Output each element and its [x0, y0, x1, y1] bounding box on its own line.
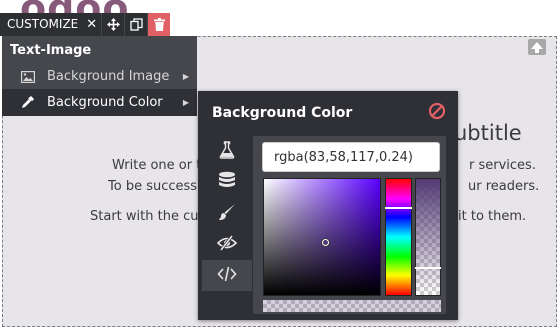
- menu-item-label: Background Color: [47, 95, 163, 110]
- customize-menu: Text-Image Background Image ▶ Background…: [2, 36, 197, 116]
- clone-icon[interactable]: [124, 13, 148, 36]
- color-preview: [263, 300, 441, 312]
- snippet-line-3-end: it to them.: [458, 209, 527, 224]
- code-icon: [217, 266, 237, 286]
- hue-slider[interactable]: [385, 178, 412, 296]
- move-icon[interactable]: [101, 13, 125, 36]
- eyedropper-icon: [21, 96, 35, 110]
- color-preview-fill: [263, 300, 441, 312]
- customize-toolbar: CUSTOMIZE ✕: [0, 13, 171, 36]
- snippet-line-2-start: To be success: [108, 179, 198, 194]
- opacity-slider-handle[interactable]: [415, 267, 441, 269]
- customize-label: CUSTOMIZE: [7, 17, 79, 31]
- snippet-line-1-start: Write one or t: [112, 158, 202, 173]
- opacity-gradient: [416, 179, 440, 295]
- caret-right-icon: ▶: [182, 98, 189, 107]
- snippet-line-2-end: ur readers.: [468, 179, 540, 194]
- menu-item-background-image[interactable]: Background Image ▶: [2, 63, 197, 90]
- database-icon: [218, 171, 236, 195]
- opacity-slider[interactable]: [415, 178, 441, 296]
- snippet-subtitle: ubtitle: [454, 121, 522, 145]
- eye-slash-icon: [216, 234, 238, 255]
- menu-item-background-color[interactable]: Background Color ▶: [2, 89, 197, 116]
- color-panel: Background Color: [198, 91, 458, 320]
- delete-icon[interactable]: [147, 13, 171, 36]
- tab-saved-colors[interactable]: [202, 167, 252, 198]
- tab-transparency[interactable]: [202, 229, 252, 260]
- snippet-line-1-end: r services.: [469, 158, 536, 173]
- color-tabs: [202, 136, 252, 291]
- tab-theme-colors[interactable]: [202, 136, 252, 167]
- flask-icon: [218, 140, 236, 163]
- color-value-input[interactable]: [262, 142, 440, 172]
- color-panel-title: Background Color: [212, 105, 353, 121]
- snippet-line-3-start: Start with the cus: [90, 209, 206, 224]
- tab-gradients[interactable]: [202, 198, 252, 229]
- saturation-value-area[interactable]: [263, 178, 381, 296]
- color-picker: [253, 136, 446, 314]
- paint-brush-icon: [218, 203, 236, 225]
- close-icon[interactable]: ✕: [86, 13, 97, 36]
- caret-right-icon: ▶: [182, 72, 189, 81]
- move-up-icon[interactable]: [528, 39, 546, 55]
- ban-icon[interactable]: [428, 102, 446, 120]
- tab-custom-color[interactable]: [202, 260, 252, 291]
- menu-item-label: Background Image: [47, 69, 170, 84]
- image-icon: [21, 70, 35, 84]
- customize-button[interactable]: CUSTOMIZE ✕: [0, 13, 102, 36]
- color-picker-cursor[interactable]: [322, 239, 329, 246]
- menu-header: Text-Image: [10, 43, 92, 58]
- hue-slider-handle[interactable]: [385, 207, 412, 209]
